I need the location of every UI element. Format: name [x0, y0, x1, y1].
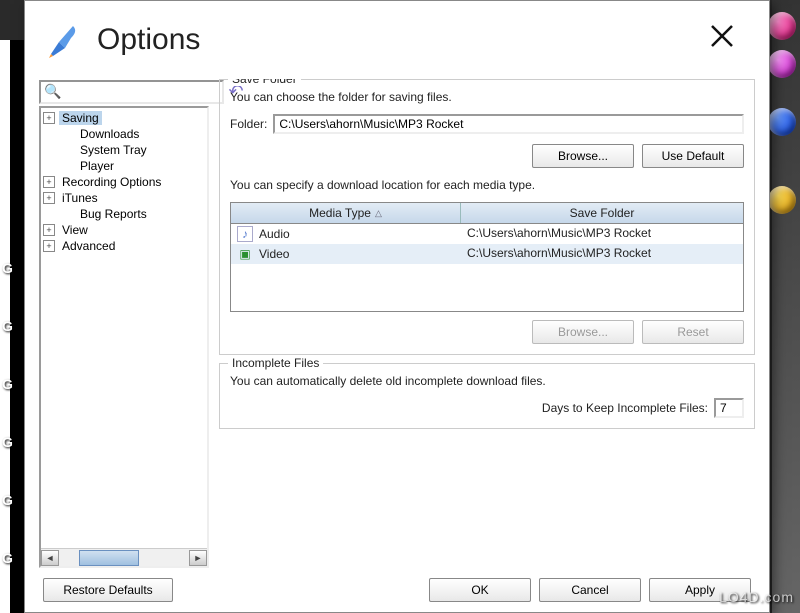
video-icon: ▣ — [237, 246, 253, 262]
deco-ball — [768, 186, 796, 214]
tree-panel: 🔍 ↶ +SavingDownloadsSystem TrayPlayer+Re… — [39, 79, 209, 568]
deco-ball — [768, 108, 796, 136]
expand-icon[interactable]: + — [43, 176, 55, 188]
tree-item-label: Saving — [59, 111, 102, 125]
options-dialog: Options 🔍 ↶ +SavingDownloadsSystem TrayP… — [24, 0, 770, 613]
column-save-folder[interactable]: Save Folder — [461, 203, 743, 223]
audio-icon: ♪ — [237, 226, 253, 242]
media-type-table: Media Type △ Save Folder ♪ Audio C:\Users\… — [230, 202, 744, 312]
deco-ball — [768, 12, 796, 40]
close-button[interactable] — [699, 19, 745, 61]
days-input[interactable] — [714, 398, 744, 418]
expand-icon[interactable]: + — [43, 224, 55, 236]
settings-panel: Save Folder You can choose the folder fo… — [219, 79, 755, 568]
search-box[interactable]: 🔍 — [39, 80, 224, 104]
tree-item-label: Recording Options — [59, 175, 164, 189]
rocket-icon — [45, 20, 85, 60]
title-bar: Options — [25, 1, 769, 79]
tree-item-label: System Tray — [77, 143, 150, 157]
tree-item-bug-reports[interactable]: Bug Reports — [41, 206, 207, 222]
tree-item-view[interactable]: + View — [41, 222, 207, 238]
expand-icon[interactable]: + — [43, 112, 55, 124]
tree-item-label: Downloads — [77, 127, 142, 141]
tree-box: + Saving Downloads System Tray Player + Record… — [39, 106, 209, 568]
tree-item-label: Player — [77, 159, 117, 173]
tree-item-advanced[interactable]: + Advanced — [41, 238, 207, 254]
save-folder-legend: Save Folder — [228, 79, 301, 86]
reset-row-button: Reset — [642, 320, 744, 344]
tree-item-itunes[interactable]: + iTunes — [41, 190, 207, 206]
dialog-button-bar: Restore Defaults OK Cancel Apply — [25, 572, 769, 612]
tree-item-recording-options[interactable]: + Recording Options — [41, 174, 207, 190]
search-icon: 🔍 — [44, 83, 61, 100]
save-folder-desc: You can choose the folder for saving fil… — [230, 90, 744, 104]
tree-item-label: Bug Reports — [77, 207, 150, 221]
sort-asc-icon: △ — [375, 208, 382, 219]
tree-item-downloads[interactable]: Downloads — [41, 126, 207, 142]
tree-item-player[interactable]: Player — [41, 158, 207, 174]
table-row[interactable]: ▣ Video C:\Users\ahorn\Music\MP3 Rocket — [231, 244, 743, 264]
incomplete-desc: You can automatically delete old incompl… — [230, 374, 744, 388]
scroll-right-button[interactable]: ► — [189, 550, 207, 566]
horizontal-scrollbar[interactable]: ◄ ► — [41, 548, 207, 566]
save-folder-cell: C:\Users\ahorn\Music\MP3 Rocket — [461, 226, 743, 242]
save-folder-group: Save Folder You can choose the folder fo… — [219, 79, 755, 355]
media-type-cell: Video — [259, 247, 289, 261]
tree-item-saving[interactable]: + Saving — [41, 110, 207, 126]
table-row[interactable]: ♪ Audio C:\Users\ahorn\Music\MP3 Rocket — [231, 224, 743, 244]
background-left: G G G G G G — [0, 40, 25, 613]
tree-item-label: iTunes — [59, 191, 101, 205]
media-type-desc: You can specify a download location for … — [230, 178, 744, 192]
use-default-button[interactable]: Use Default — [642, 144, 744, 168]
scroll-thumb[interactable] — [79, 550, 139, 566]
dialog-title: Options — [97, 23, 699, 57]
column-media-type[interactable]: Media Type △ — [231, 203, 461, 223]
restore-defaults-button[interactable]: Restore Defaults — [43, 578, 173, 602]
media-type-cell: Audio — [259, 227, 290, 241]
incomplete-legend: Incomplete Files — [228, 356, 323, 370]
expand-icon[interactable]: + — [43, 192, 55, 204]
cancel-button[interactable]: Cancel — [539, 578, 641, 602]
tree-item-label: View — [59, 223, 91, 237]
tree-item-system-tray[interactable]: System Tray — [41, 142, 207, 158]
scroll-left-button[interactable]: ◄ — [41, 550, 59, 566]
deco-ball — [768, 50, 796, 78]
folder-label: Folder: — [230, 117, 267, 131]
expand-icon[interactable]: + — [43, 240, 55, 252]
incomplete-files-group: Incomplete Files You can automatically d… — [219, 363, 755, 429]
days-label: Days to Keep Incomplete Files: — [542, 401, 708, 415]
watermark: LO4D.com — [719, 589, 794, 605]
folder-input[interactable] — [273, 114, 744, 134]
search-input[interactable] — [64, 85, 219, 99]
background-right — [772, 0, 800, 613]
table-header: Media Type △ Save Folder — [231, 203, 743, 224]
ok-button[interactable]: OK — [429, 578, 531, 602]
tree-item-label: Advanced — [59, 239, 118, 253]
browse-button[interactable]: Browse... — [532, 144, 634, 168]
save-folder-cell: C:\Users\ahorn\Music\MP3 Rocket — [461, 246, 743, 262]
browse-row-button: Browse... — [532, 320, 634, 344]
